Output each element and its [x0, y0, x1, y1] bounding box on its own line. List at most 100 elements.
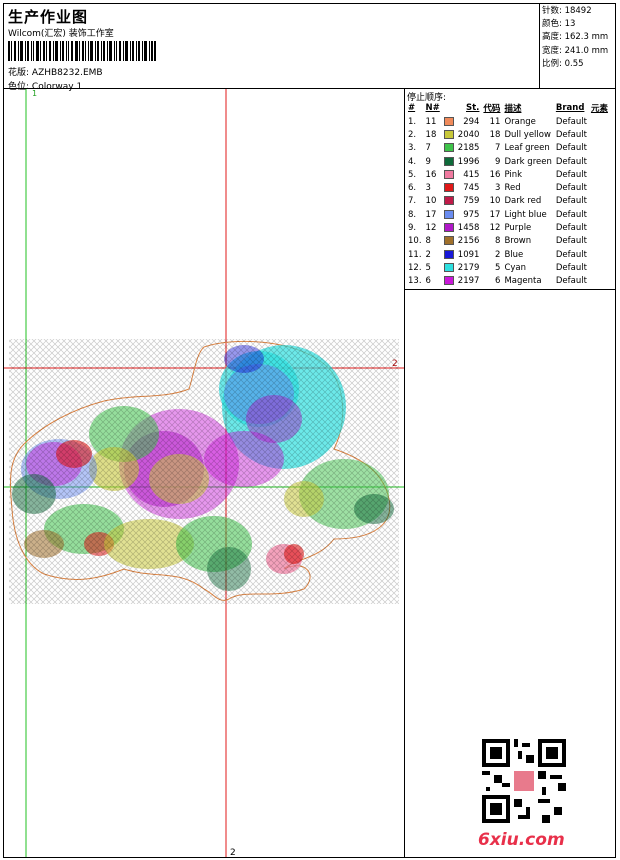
table-row[interactable]: 6. 3 745 3 Red Default — [406, 181, 610, 194]
row-stitches: 2185 — [457, 143, 480, 154]
row-brand: Default — [555, 129, 587, 140]
row-stitches: 1091 — [457, 249, 480, 260]
stitch-count-label: 针数: — [542, 6, 562, 16]
design-canvas[interactable]: 1 2 2 — [4, 89, 404, 857]
swatch — [442, 142, 456, 155]
page-title: 生产作业图 — [8, 8, 89, 26]
swatch — [442, 115, 456, 128]
row-number: 6 — [425, 276, 431, 287]
table-row[interactable]: 2. 18 2040 18 Dull yellow Default — [406, 128, 610, 141]
row-brand: Default — [555, 183, 587, 194]
table-row[interactable]: 11. 2 1091 2 Blue Default — [406, 248, 610, 261]
design-stats: 针数: 18492 颜色: 13 高度: 162.3 mm 宽度: 241.0 … — [542, 5, 614, 71]
guide-1-label: 1 — [32, 89, 37, 98]
design-file-line: 花版: AZHB8232.EMB — [8, 65, 103, 78]
row-brand: Default — [555, 262, 587, 273]
swatch — [442, 155, 456, 168]
table-row[interactable]: 8. 17 975 17 Light blue Default — [406, 208, 610, 221]
row-code: 17 — [489, 209, 501, 220]
row-brand: Default — [555, 156, 587, 167]
swatch — [442, 168, 456, 181]
barcode-icon — [8, 41, 156, 61]
row-description: Pink — [504, 169, 523, 180]
row-number: 7 — [425, 143, 431, 154]
row-number: 12 — [425, 223, 437, 234]
row-description: Leaf green — [504, 143, 550, 154]
table-row[interactable]: 13. 6 2197 6 Magenta Default — [406, 275, 610, 288]
table-row[interactable]: 9. 12 1458 12 Purple Default — [406, 221, 610, 234]
row-element — [589, 115, 610, 128]
table-separator — [405, 289, 615, 290]
row-index: 1. — [408, 116, 417, 127]
row-element — [589, 235, 610, 248]
height-row: 高度: 162.3 mm — [542, 31, 614, 44]
row-index: 2. — [408, 129, 417, 140]
header-info: 生产作业图 Wilcom(汇宏) 装饰工作室 花版: AZHB8232.EMB … — [4, 4, 539, 92]
row-stitches: 745 — [463, 183, 480, 194]
table-row[interactable]: 12. 5 2179 5 Cyan Default — [406, 261, 610, 274]
col-description: 描述 — [504, 104, 522, 114]
row-brand: Default — [555, 143, 587, 154]
row-element — [589, 128, 610, 141]
row-number: 9 — [425, 156, 431, 167]
row-code: 8 — [495, 236, 501, 247]
row-index: 8. — [408, 209, 417, 220]
row-brand: Default — [555, 249, 587, 260]
row-code: 2 — [495, 249, 501, 260]
color-swatch — [443, 169, 454, 179]
row-code: 6 — [495, 276, 501, 287]
row-index: 6. — [408, 183, 417, 194]
row-code: 10 — [489, 196, 501, 207]
row-code: 3 — [495, 183, 501, 194]
row-stitches: 975 — [463, 209, 480, 220]
row-number: 5 — [425, 262, 431, 273]
swatch — [442, 248, 456, 261]
height-value: 162.3 mm — [564, 32, 609, 43]
row-code: 9 — [495, 156, 501, 167]
row-element — [589, 142, 610, 155]
color-swatch — [443, 209, 454, 219]
row-stitches: 1996 — [457, 156, 480, 167]
color-swatch — [443, 143, 454, 153]
color-swatch — [443, 236, 454, 246]
swatch — [442, 261, 456, 274]
row-number: 18 — [425, 129, 437, 140]
row-index: 4. — [408, 156, 417, 167]
row-element — [589, 208, 610, 221]
row-code: 18 — [489, 129, 501, 140]
row-element — [589, 248, 610, 261]
table-row[interactable]: 1. 11 294 11 Orange Default — [406, 115, 610, 128]
table-row[interactable]: 10. 8 2156 8 Brown Default — [406, 235, 610, 248]
row-brand: Default — [555, 196, 587, 207]
color-swatch — [443, 276, 454, 286]
row-description: Light blue — [504, 209, 547, 220]
table-row[interactable]: 4. 9 1996 9 Dark green Default — [406, 155, 610, 168]
row-code: 11 — [489, 116, 501, 127]
color-swatch — [443, 183, 454, 193]
row-element — [589, 275, 610, 288]
swatch — [442, 208, 456, 221]
row-description: Orange — [504, 116, 536, 127]
color-count-value: 13 — [564, 19, 576, 30]
row-stitches: 2040 — [457, 129, 480, 140]
table-row[interactable]: 3. 7 2185 7 Leaf green Default — [406, 142, 610, 155]
width-row: 宽度: 241.0 mm — [542, 45, 614, 58]
row-stitches: 294 — [463, 116, 480, 127]
row-description: Dark red — [504, 196, 542, 207]
table-row[interactable]: 7. 10 759 10 Dark red Default — [406, 195, 610, 208]
col-stitches: St. — [466, 103, 480, 113]
row-index: 13. — [408, 276, 422, 287]
swatch — [442, 275, 456, 288]
design-filename: AZHB8232.EMB — [31, 68, 103, 78]
table-header-row: # N# St. 代码 描述 Brand 元素 — [406, 101, 610, 115]
guide-2-label-bottom: 2 — [230, 848, 236, 857]
row-description: Dull yellow — [504, 129, 551, 140]
table-row[interactable]: 5. 16 415 16 Pink Default — [406, 168, 610, 181]
row-description: Blue — [504, 249, 524, 260]
row-index: 10. — [408, 236, 422, 247]
scale-value: 0.55 — [564, 58, 584, 69]
design-label: 花版: — [8, 68, 30, 78]
row-index: 3. — [408, 143, 417, 154]
row-number: 2 — [425, 249, 431, 260]
scale-row: 比例: 0.55 — [542, 58, 614, 71]
